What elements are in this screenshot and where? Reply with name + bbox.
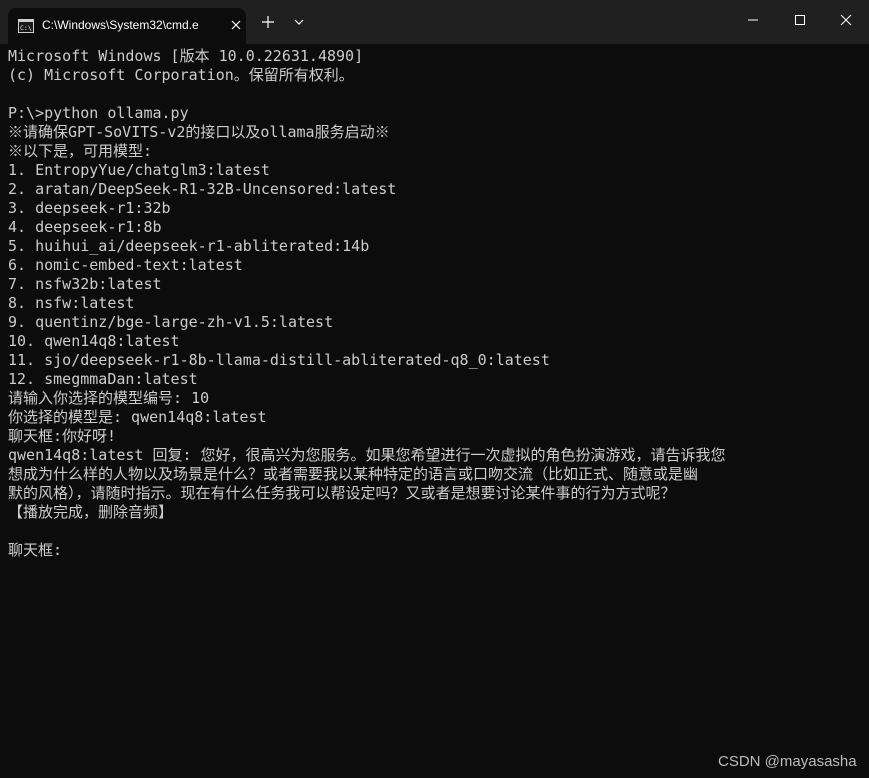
maximize-icon [795,15,805,25]
console-line: 想成为什么样的人物以及场景是什么？或者需要我以某种特定的语言或口吻交流（比如正式… [8,465,699,483]
watermark: CSDN @mayasasha [718,753,857,770]
minimize-button[interactable] [730,0,776,40]
console-line: 8. nsfw:latest [8,294,135,312]
console-line: (c) Microsoft Corporation。保留所有权利。 [8,66,354,84]
console-line: 12. smegmmaDan:latest [8,370,198,388]
console-line: 7. nsfw32b:latest [8,275,162,293]
console-line: 【播放完成，删除音频】 [8,503,174,521]
tab-close-icon[interactable] [228,17,244,33]
console-output[interactable]: Microsoft Windows [版本 10.0.22631.4890] (c… [8,47,864,747]
svg-text:C:\: C:\ [20,24,32,32]
terminal-tab[interactable]: C:\ C:\Windows\System32\cmd.e [8,8,246,44]
plus-icon[interactable] [258,12,278,32]
console-line: qwen14q8:latest 回复: 您好，很高兴为您服务。如果您希望进行一次… [8,446,726,464]
chevron-down-icon[interactable] [289,12,309,32]
console-line: 你选择的模型是: qwen14q8:latest [8,408,267,426]
console-line: 默的风格），请随时指示。现在有什么任务我可以帮设定吗？又或者是想要讨论某件事的行… [8,484,676,502]
console-line: Microsoft Windows [版本 10.0.22631.4890] [8,47,364,65]
close-icon [840,14,852,26]
console-line: 2. aratan/DeepSeek-R1-32B-Uncensored:lat… [8,180,397,198]
console-line: 1. EntropyYue/chatglm3:latest [8,161,270,179]
console-line: ※以下是，可用模型: [8,142,153,160]
console-line: 4. deepseek-r1:8b [8,218,162,236]
terminal-window: C:\ C:\Windows\System32\cmd.e Microsoft … [0,0,869,778]
console-line: 5. huihui_ai/deepseek-r1-abliterated:14b [8,237,370,255]
console-line: P:\>python ollama.py [8,104,189,122]
console-line: 10. qwen14q8:latest [8,332,180,350]
console-line: 9. quentinz/bge-large-zh-v1.5:latest [8,313,334,331]
maximize-button[interactable] [777,0,823,40]
title-bar: C:\ C:\Windows\System32\cmd.e [0,0,869,44]
console-line: 11. sjo/deepseek-r1-8b-llama-distill-abl… [8,351,550,369]
console-line: 聊天框:你好呀! [8,427,117,445]
tab-title: C:\Windows\System32\cmd.e [42,18,199,32]
console-line: 6. nomic-embed-text:latest [8,256,243,274]
minimize-icon [748,19,758,21]
console-line: 请输入你选择的模型编号: 10 [8,389,210,407]
console-line: ※请确保GPT-SoVITS-v2的接口以及ollama服务启动※ [8,123,390,141]
cmd-icon: C:\ [18,19,34,33]
console-line: 聊天框: [8,541,63,559]
close-button[interactable] [823,0,869,40]
console-line: 3. deepseek-r1:32b [8,199,171,217]
